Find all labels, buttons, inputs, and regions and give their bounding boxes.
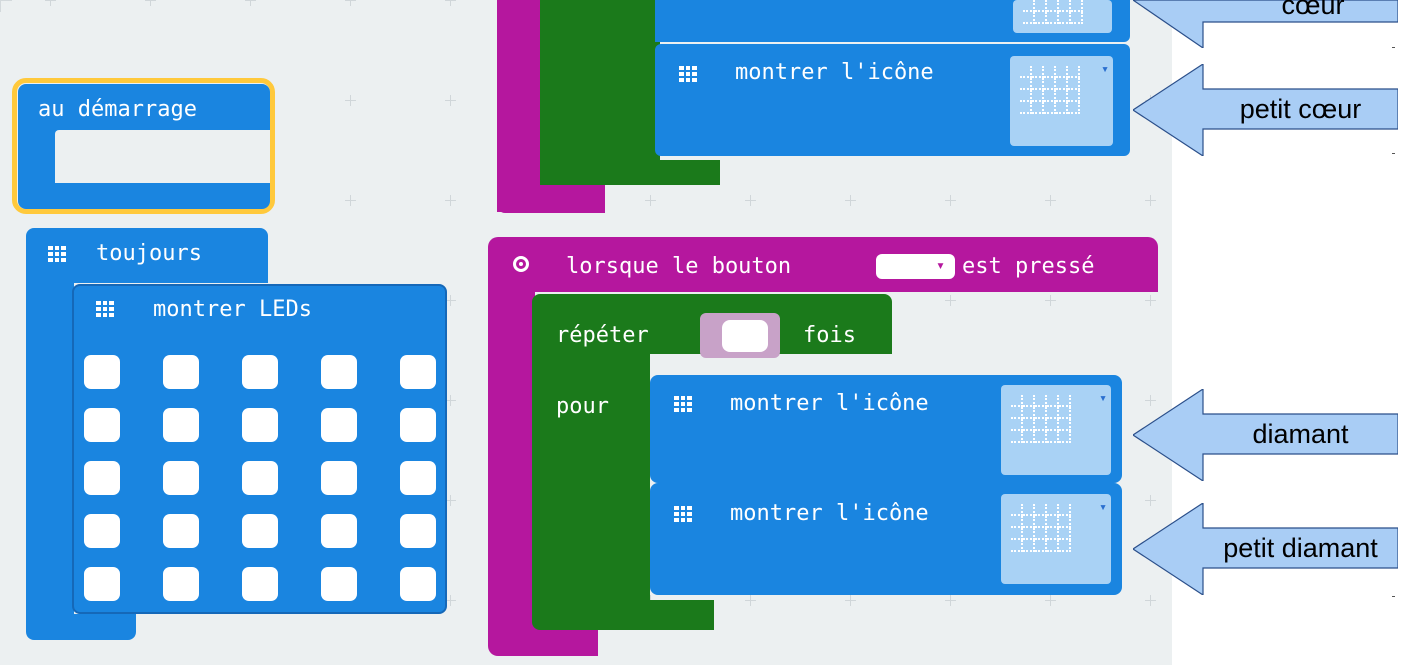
led-cell[interactable] (163, 567, 199, 601)
grid-icon (674, 506, 692, 522)
on-start-label: au démarrage (38, 97, 197, 122)
led-cell[interactable] (242, 461, 278, 495)
led-cell[interactable] (84, 514, 120, 548)
icon-picker[interactable]: ▾ (1010, 56, 1113, 146)
led-cell[interactable] (242, 514, 278, 548)
grid-icon (674, 396, 692, 412)
led-cell[interactable] (242, 355, 278, 389)
callout-small-heart: petit cœur (1133, 64, 1398, 156)
led-cell[interactable] (400, 461, 436, 495)
led-cell[interactable] (321, 461, 357, 495)
on-button-label: lorsque le bouton (566, 254, 792, 279)
led-cell[interactable] (163, 514, 199, 548)
forever-label: toujours (96, 241, 202, 266)
led-cell[interactable] (163, 461, 199, 495)
repeat-label: répéter (556, 323, 649, 348)
led-cell[interactable] (400, 514, 436, 548)
callout-small-diamond: petit diamant (1133, 503, 1398, 595)
led-cell[interactable] (321, 408, 357, 442)
chevron-down-icon: ▾ (1099, 500, 1107, 515)
callout-heart: cœur (1133, 0, 1398, 48)
callout-diamond: diamant (1133, 389, 1398, 481)
led-cell[interactable] (321, 514, 357, 548)
icon-picker[interactable]: ▾ (1001, 385, 1111, 475)
show-leds-label: montrer LEDs (153, 297, 312, 322)
chevron-down-icon: ▾ (1099, 391, 1107, 406)
led-cell[interactable] (242, 408, 278, 442)
times-label: fois (803, 323, 856, 348)
led-cell[interactable] (242, 567, 278, 601)
pressed-label: est pressé (962, 254, 1095, 279)
led-cell[interactable] (400, 355, 436, 389)
grid-icon (48, 246, 66, 262)
grid-icon (679, 66, 697, 82)
led-cell[interactable] (84, 461, 120, 495)
chevron-down-icon: ▾ (1101, 62, 1109, 77)
led-cell[interactable] (321, 355, 357, 389)
icon-picker[interactable] (1013, 0, 1112, 33)
repeat-count-slot[interactable] (700, 313, 780, 358)
led-cell[interactable] (321, 567, 357, 601)
button-event-icon (513, 256, 529, 272)
icon-picker[interactable]: ▾ (1001, 494, 1111, 584)
led-cell[interactable] (400, 408, 436, 442)
led-cell[interactable] (400, 567, 436, 601)
show-icon-label: montrer l'icône (730, 501, 929, 526)
led-cell[interactable] (84, 408, 120, 442)
show-icon-label: montrer l'icône (735, 60, 934, 85)
led-cell[interactable] (163, 408, 199, 442)
show-icon-label: montrer l'icône (730, 391, 929, 416)
do-label: pour (556, 394, 609, 419)
led-cell[interactable] (84, 355, 120, 389)
led-cell[interactable] (163, 355, 199, 389)
grid-icon (96, 301, 114, 317)
chevron-down-icon: ▾ (935, 256, 945, 274)
button-dropdown[interactable]: ▾ (876, 254, 955, 279)
led-cell[interactable] (84, 567, 120, 601)
